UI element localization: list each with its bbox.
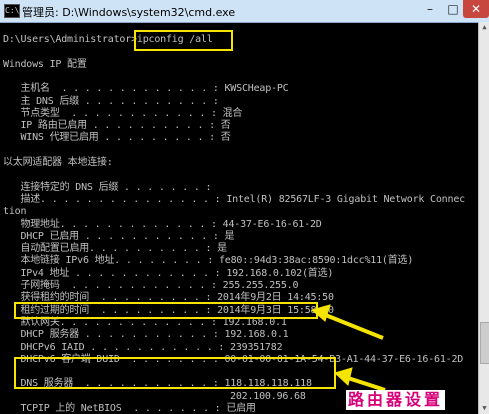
gateway-arrow-icon — [322, 312, 384, 340]
watermark-logo: 路由器设置 — [346, 390, 446, 410]
dns-arrow-icon — [344, 375, 386, 392]
annotation-arrows — [310, 304, 386, 392]
